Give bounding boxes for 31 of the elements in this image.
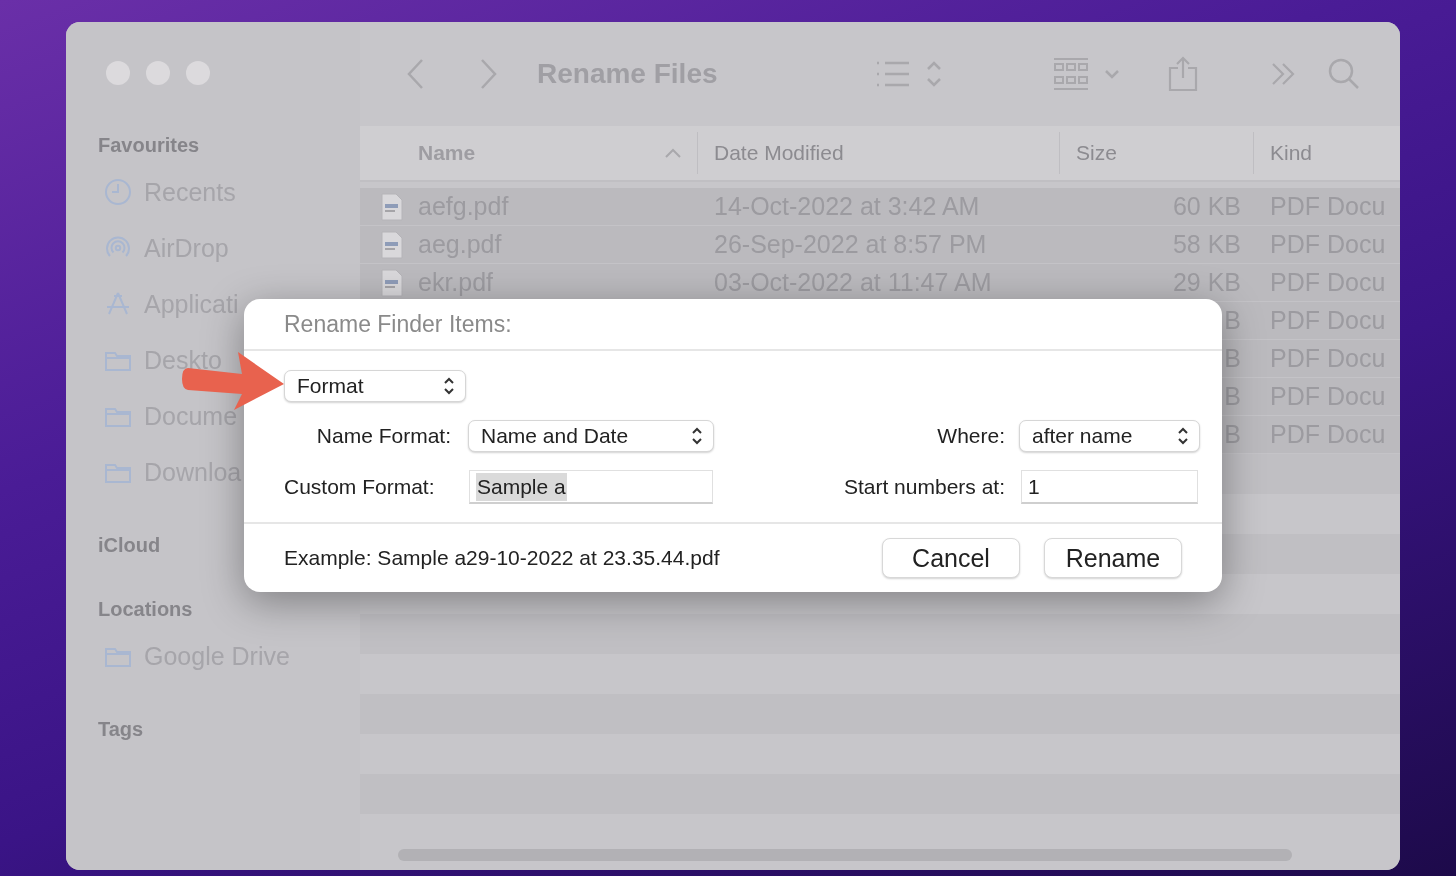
chevron-double-icon[interactable] (1270, 61, 1296, 87)
cancel-button[interactable]: Cancel (882, 538, 1020, 578)
field-label: Where: (937, 424, 1005, 448)
start-number-field[interactable]: 1 (1021, 470, 1198, 504)
sidebar-heading: Locations (97, 597, 193, 622)
dialog-title: Rename Finder Items: (284, 310, 512, 338)
name-format-popup[interactable]: Name and Date (468, 420, 714, 452)
sort-caret-icon[interactable] (665, 148, 681, 158)
rename-button[interactable]: Rename (1044, 538, 1182, 578)
sidebar-heading: iCloud (97, 533, 161, 558)
custom-format-field[interactable]: Sample a (469, 470, 713, 504)
field-label: Custom Format: (284, 475, 435, 499)
sidebar-heading: Favourites (97, 133, 200, 158)
field-label: Name Format: (316, 424, 451, 448)
updown-chevron-icon (691, 427, 703, 445)
share-icon[interactable] (1168, 56, 1198, 92)
pdf-file-icon (380, 230, 404, 259)
format-popup[interactable]: Format (284, 370, 466, 402)
sidebar-heading: Tags (97, 717, 144, 742)
pdf-file-icon (380, 268, 404, 297)
where-popup[interactable]: after name (1019, 420, 1200, 452)
column-label[interactable]: Date Modified (714, 141, 844, 165)
column-label[interactable]: Kind (1270, 141, 1313, 165)
clock-icon (104, 178, 132, 206)
updown-chevron-icon (443, 377, 455, 395)
field-label: Start numbers at: (843, 475, 1005, 499)
search-icon[interactable] (1328, 58, 1360, 90)
column-label[interactable]: Size (1076, 141, 1117, 165)
example-text: Example: Sample a29-10-2022 at 23.35.44.pdf (284, 546, 721, 570)
pdf-file-icon (380, 192, 404, 221)
updown-chevron-icon (1177, 427, 1189, 445)
